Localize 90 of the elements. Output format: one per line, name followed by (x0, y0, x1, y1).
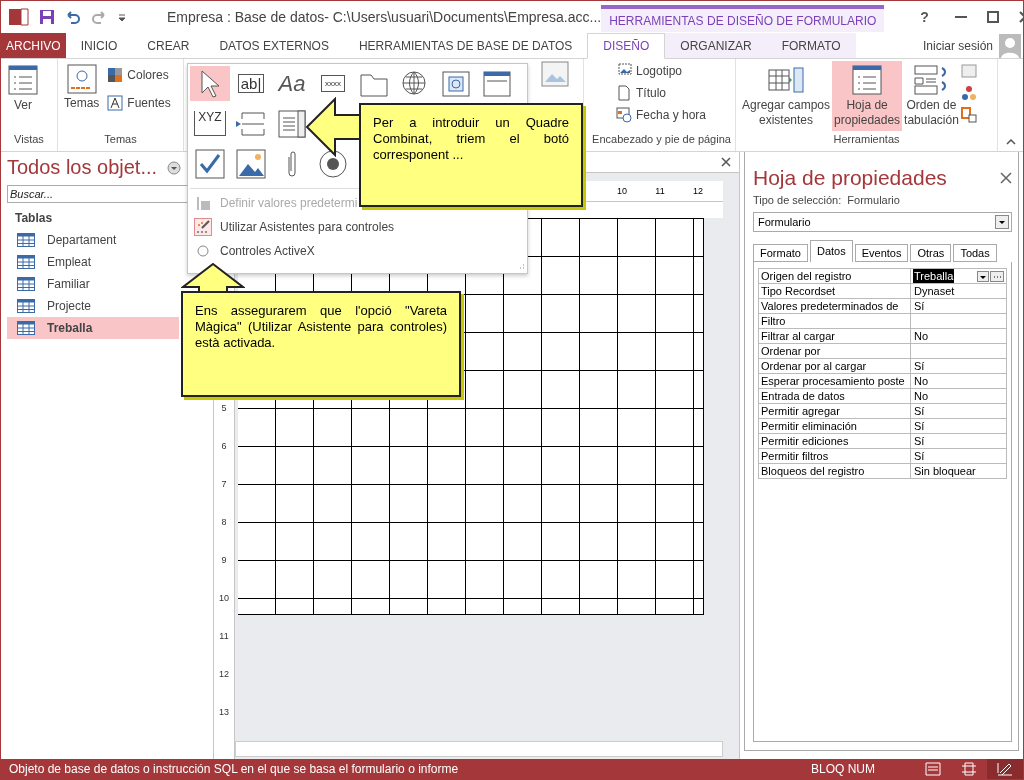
property-name: Filtro (759, 314, 911, 328)
property-name: Esperar procesamiento poste (759, 374, 911, 388)
ribbon-tab[interactable]: CREAR (132, 33, 205, 58)
fonts-button[interactable]: Fuentes (105, 93, 173, 113)
label-icon: Aa (278, 70, 306, 97)
property-name: Filtrar al cargar (759, 329, 911, 343)
table-item[interactable]: Projecte (7, 295, 179, 317)
navigation-pane-title[interactable]: Todos los objet... (7, 156, 158, 179)
property-value[interactable]: Sí (913, 419, 926, 433)
property-value[interactable]: Sí (913, 404, 926, 418)
property-value[interactable]: Dynaset (913, 284, 956, 298)
tool-button[interactable]: Hoja de propiedades (832, 61, 903, 131)
header-footer-button[interactable]: Logotipo (614, 61, 685, 81)
tool-button[interactable]: Orden de tabulación (902, 61, 961, 131)
property-value[interactable]: No (913, 329, 930, 343)
property-name: Permitir filtros (759, 449, 911, 463)
ribbon-tab[interactable]: DISEÑO (587, 33, 666, 59)
property-tab[interactable]: Datos (809, 240, 853, 262)
ruler-number: 10 (219, 593, 229, 603)
control-tool[interactable]: ab| (231, 66, 271, 101)
object-select[interactable]: Formulario (753, 212, 1012, 232)
property-value[interactable]: Sí (913, 434, 926, 448)
ribbon-tab[interactable]: DATOS EXTERNOS (204, 33, 344, 58)
group-label: Encabezado y pie de página (591, 133, 732, 147)
ruler-number: 6 (221, 441, 227, 451)
ribbon-tab[interactable]: HERRAMIENTAS DE BASE DE DATOS (343, 33, 588, 58)
callout-text: Ens assegurarem que l'opció "Vareta Màgica" (Utilizar Asistente para controles) està activada. (195, 303, 447, 351)
control-tool[interactable]: Aa (272, 66, 312, 101)
group-label: Vistas (13, 133, 45, 147)
property-name: Permitir eliminación (759, 419, 911, 433)
property-name: Valores predeterminados de (759, 299, 911, 313)
header-footer-button[interactable]: Título (614, 83, 668, 103)
property-value[interactable]: Sí (913, 359, 926, 373)
property-name: Tipo Recordset (759, 284, 911, 298)
property-value[interactable]: Treballa (913, 269, 955, 283)
property-value[interactable]: No (913, 374, 930, 388)
control-tool[interactable]: xxxx (313, 66, 353, 101)
ruler-number: 9 (221, 555, 227, 565)
ribbon-tab[interactable]: FORMATO (766, 33, 856, 58)
ruler-number: 12 (219, 669, 229, 679)
ruler-number: 12 (693, 186, 703, 196)
colors-button[interactable]: Colores (105, 65, 173, 85)
ruler-number: 5 (221, 403, 227, 413)
group-label: Temas (103, 133, 138, 147)
panel-title: Hoja de propiedades (753, 166, 947, 190)
property-tab[interactable]: Formato (753, 244, 808, 262)
themes-button[interactable]: Temas (62, 61, 102, 114)
header-footer-button[interactable]: Fecha y hora (614, 105, 709, 125)
property-name: Permitir ediciones (759, 434, 911, 448)
selection-type-label: Tipo de selección: Formulario (753, 194, 901, 206)
window-title: Empresa : Base de datos- C:\Users\usuari\Documents\Empresa.acc... (167, 8, 602, 25)
property-name: Ordenar por (759, 344, 911, 358)
ruler-number: 8 (221, 517, 227, 527)
property-name: Ordenar por al cargar (759, 359, 911, 373)
property-name: Bloqueos del registro (759, 464, 911, 478)
table-item[interactable]: Empleat (7, 251, 179, 273)
property-value[interactable]: No (913, 389, 930, 403)
ruler-number: 11 (219, 631, 229, 641)
sign-in-link[interactable]: Iniciar sesión (922, 39, 993, 53)
ribbon-tab[interactable]: ARCHIVO (1, 33, 66, 58)
table-item[interactable]: Familiar (7, 273, 179, 295)
callout-text: Per a introduir un Quadre Combinat, triem el botó corresponent ... (373, 115, 569, 163)
menu-item[interactable]: Controles ActiveX (220, 244, 315, 258)
table-item[interactable]: Treballa (7, 317, 179, 339)
status-message: Objeto de base de datos o instrucción SQL en el que se basa el formulario o informe (9, 762, 460, 776)
property-name: Origen del registro (759, 269, 911, 283)
ribbon-tab[interactable]: ORGANIZAR (665, 33, 767, 58)
tool-button[interactable]: Agregar campos existentes (740, 61, 833, 131)
ruler-number: 13 (219, 707, 229, 717)
view-button[interactable]: Ver (5, 61, 41, 116)
menu-item[interactable]: Utilizar Asistentes para controles (220, 220, 395, 234)
property-value[interactable]: Sí (913, 449, 926, 463)
property-tab[interactable]: Otras (910, 244, 952, 262)
table-item[interactable]: Departament (7, 229, 179, 251)
ruler-number: 7 (221, 479, 227, 489)
contextual-tab-group: HERRAMIENTAS DE DISEÑO DE FORMULARIO (601, 5, 885, 32)
ribbon-tab[interactable]: INICIO (65, 33, 133, 58)
ruler-number: 11 (655, 186, 665, 196)
property-tab[interactable]: Todas (953, 244, 997, 262)
textbox-icon: ab| (237, 74, 265, 93)
property-name: Permitir agregar (759, 404, 911, 418)
property-name: Entrada de datos (759, 389, 911, 403)
command-button-icon: xxxx (321, 75, 345, 92)
group-label: Herramientas (832, 133, 901, 147)
property-tab[interactable]: Eventos (854, 244, 909, 262)
ruler-number: 10 (617, 186, 627, 196)
help-button[interactable]: ? (914, 7, 935, 26)
property-value[interactable]: Sí (913, 299, 926, 313)
num-lock-indicator: BLOQ NUM (811, 762, 875, 776)
property-value[interactable]: Sin bloquear (913, 464, 977, 478)
